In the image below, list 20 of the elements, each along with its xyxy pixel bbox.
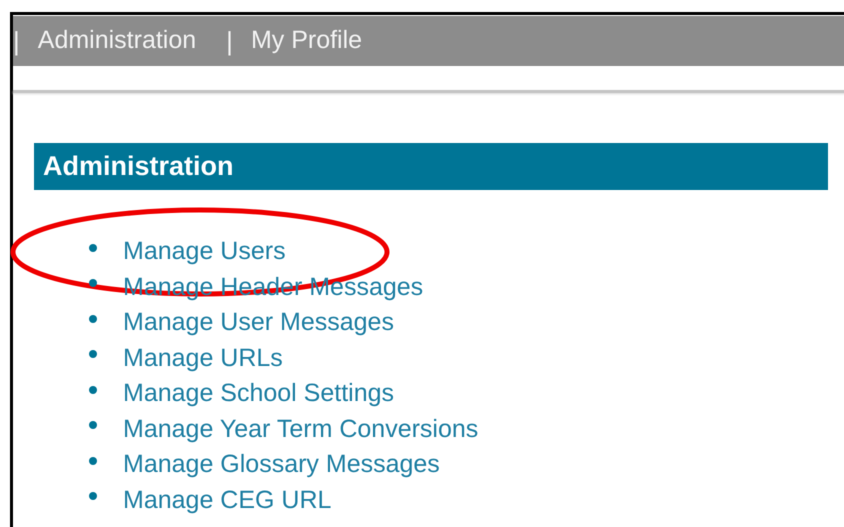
section-title: Administration [43, 150, 234, 184]
admin-link[interactable]: Manage Year Term Conversions [123, 410, 478, 448]
bullet-icon [89, 421, 97, 430]
bullet-icon [89, 492, 97, 500]
bullet-icon [89, 386, 97, 394]
bullet-icon [89, 244, 97, 252]
nav-link[interactable]: Administration [38, 22, 196, 60]
admin-link[interactable]: Manage School Settings [123, 375, 394, 412]
admin-link[interactable]: Manage Glossary Messages [123, 446, 440, 484]
bullet-icon [89, 350, 97, 358]
admin-link[interactable]: Manage CEG URL [123, 482, 332, 519]
nav-separator: | [13, 24, 20, 58]
bullet-icon [89, 314, 97, 323]
admin-link[interactable]: Manage Users [123, 233, 286, 270]
bullet-icon [89, 279, 97, 288]
admin-link[interactable]: Manage User Messages [123, 304, 394, 342]
bullet-icon [89, 456, 97, 465]
nav-separator: | [226, 24, 233, 58]
nav-link[interactable]: My Profile [250, 22, 362, 60]
admin-link[interactable]: Manage URLs [123, 340, 283, 377]
